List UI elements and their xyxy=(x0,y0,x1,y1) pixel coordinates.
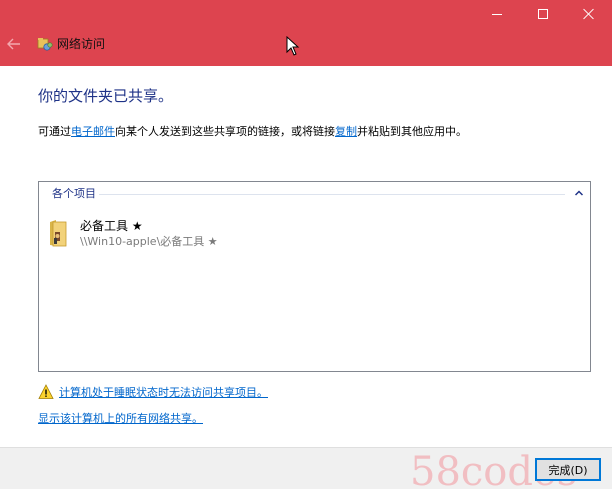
close-icon xyxy=(583,8,595,20)
shared-items-list[interactable]: 各个项目 必备工具 ★ \\Win10-apple\必备工具 ★ xyxy=(38,181,591,372)
sleep-warning-link[interactable]: 计算机处于睡眠状态时无法访问共享项目。 xyxy=(59,385,268,400)
group-divider xyxy=(99,194,565,195)
group-collapse-button[interactable] xyxy=(574,188,584,198)
window-title: 网络访问 xyxy=(57,37,106,51)
show-network-shares-link[interactable]: 显示该计算机上的所有网络共享。 xyxy=(38,411,203,426)
minimize-icon xyxy=(492,13,502,15)
item-path: \\Win10-apple\必备工具 ★ xyxy=(80,235,218,248)
chevron-up-icon xyxy=(575,190,583,196)
group-header-label: 各个项目 xyxy=(52,187,100,201)
back-button[interactable] xyxy=(4,34,24,54)
maximize-icon xyxy=(538,9,548,19)
back-arrow-icon xyxy=(7,38,20,50)
mouse-cursor-icon xyxy=(286,36,300,56)
footer-bar: 58codes 完成(D) xyxy=(0,447,612,489)
description-text-2: 向某个人发送到这些共享项的链接，或将链接 xyxy=(115,125,335,138)
minimize-button[interactable] xyxy=(474,0,520,28)
network-wizard-icon xyxy=(37,38,53,51)
page-heading: 你的文件夹已共享。 xyxy=(38,87,174,105)
folder-icon xyxy=(50,220,67,247)
copy-link[interactable]: 复制 xyxy=(335,125,357,138)
warning-icon xyxy=(38,384,54,399)
close-button[interactable] xyxy=(566,0,612,28)
item-name: 必备工具 ★ xyxy=(80,219,143,233)
email-link[interactable]: 电子邮件 xyxy=(71,125,115,138)
title-bar: 网络访问 xyxy=(0,0,612,66)
share-description: 可通过电子邮件向某个人发送到这些共享项的链接，或将链接复制并粘贴到其他应用中。 xyxy=(38,124,467,140)
description-text-1: 可通过 xyxy=(38,125,71,138)
maximize-button[interactable] xyxy=(520,0,566,28)
description-text-3: 并粘贴到其他应用中。 xyxy=(357,125,467,138)
finish-button[interactable]: 完成(D) xyxy=(535,458,601,481)
